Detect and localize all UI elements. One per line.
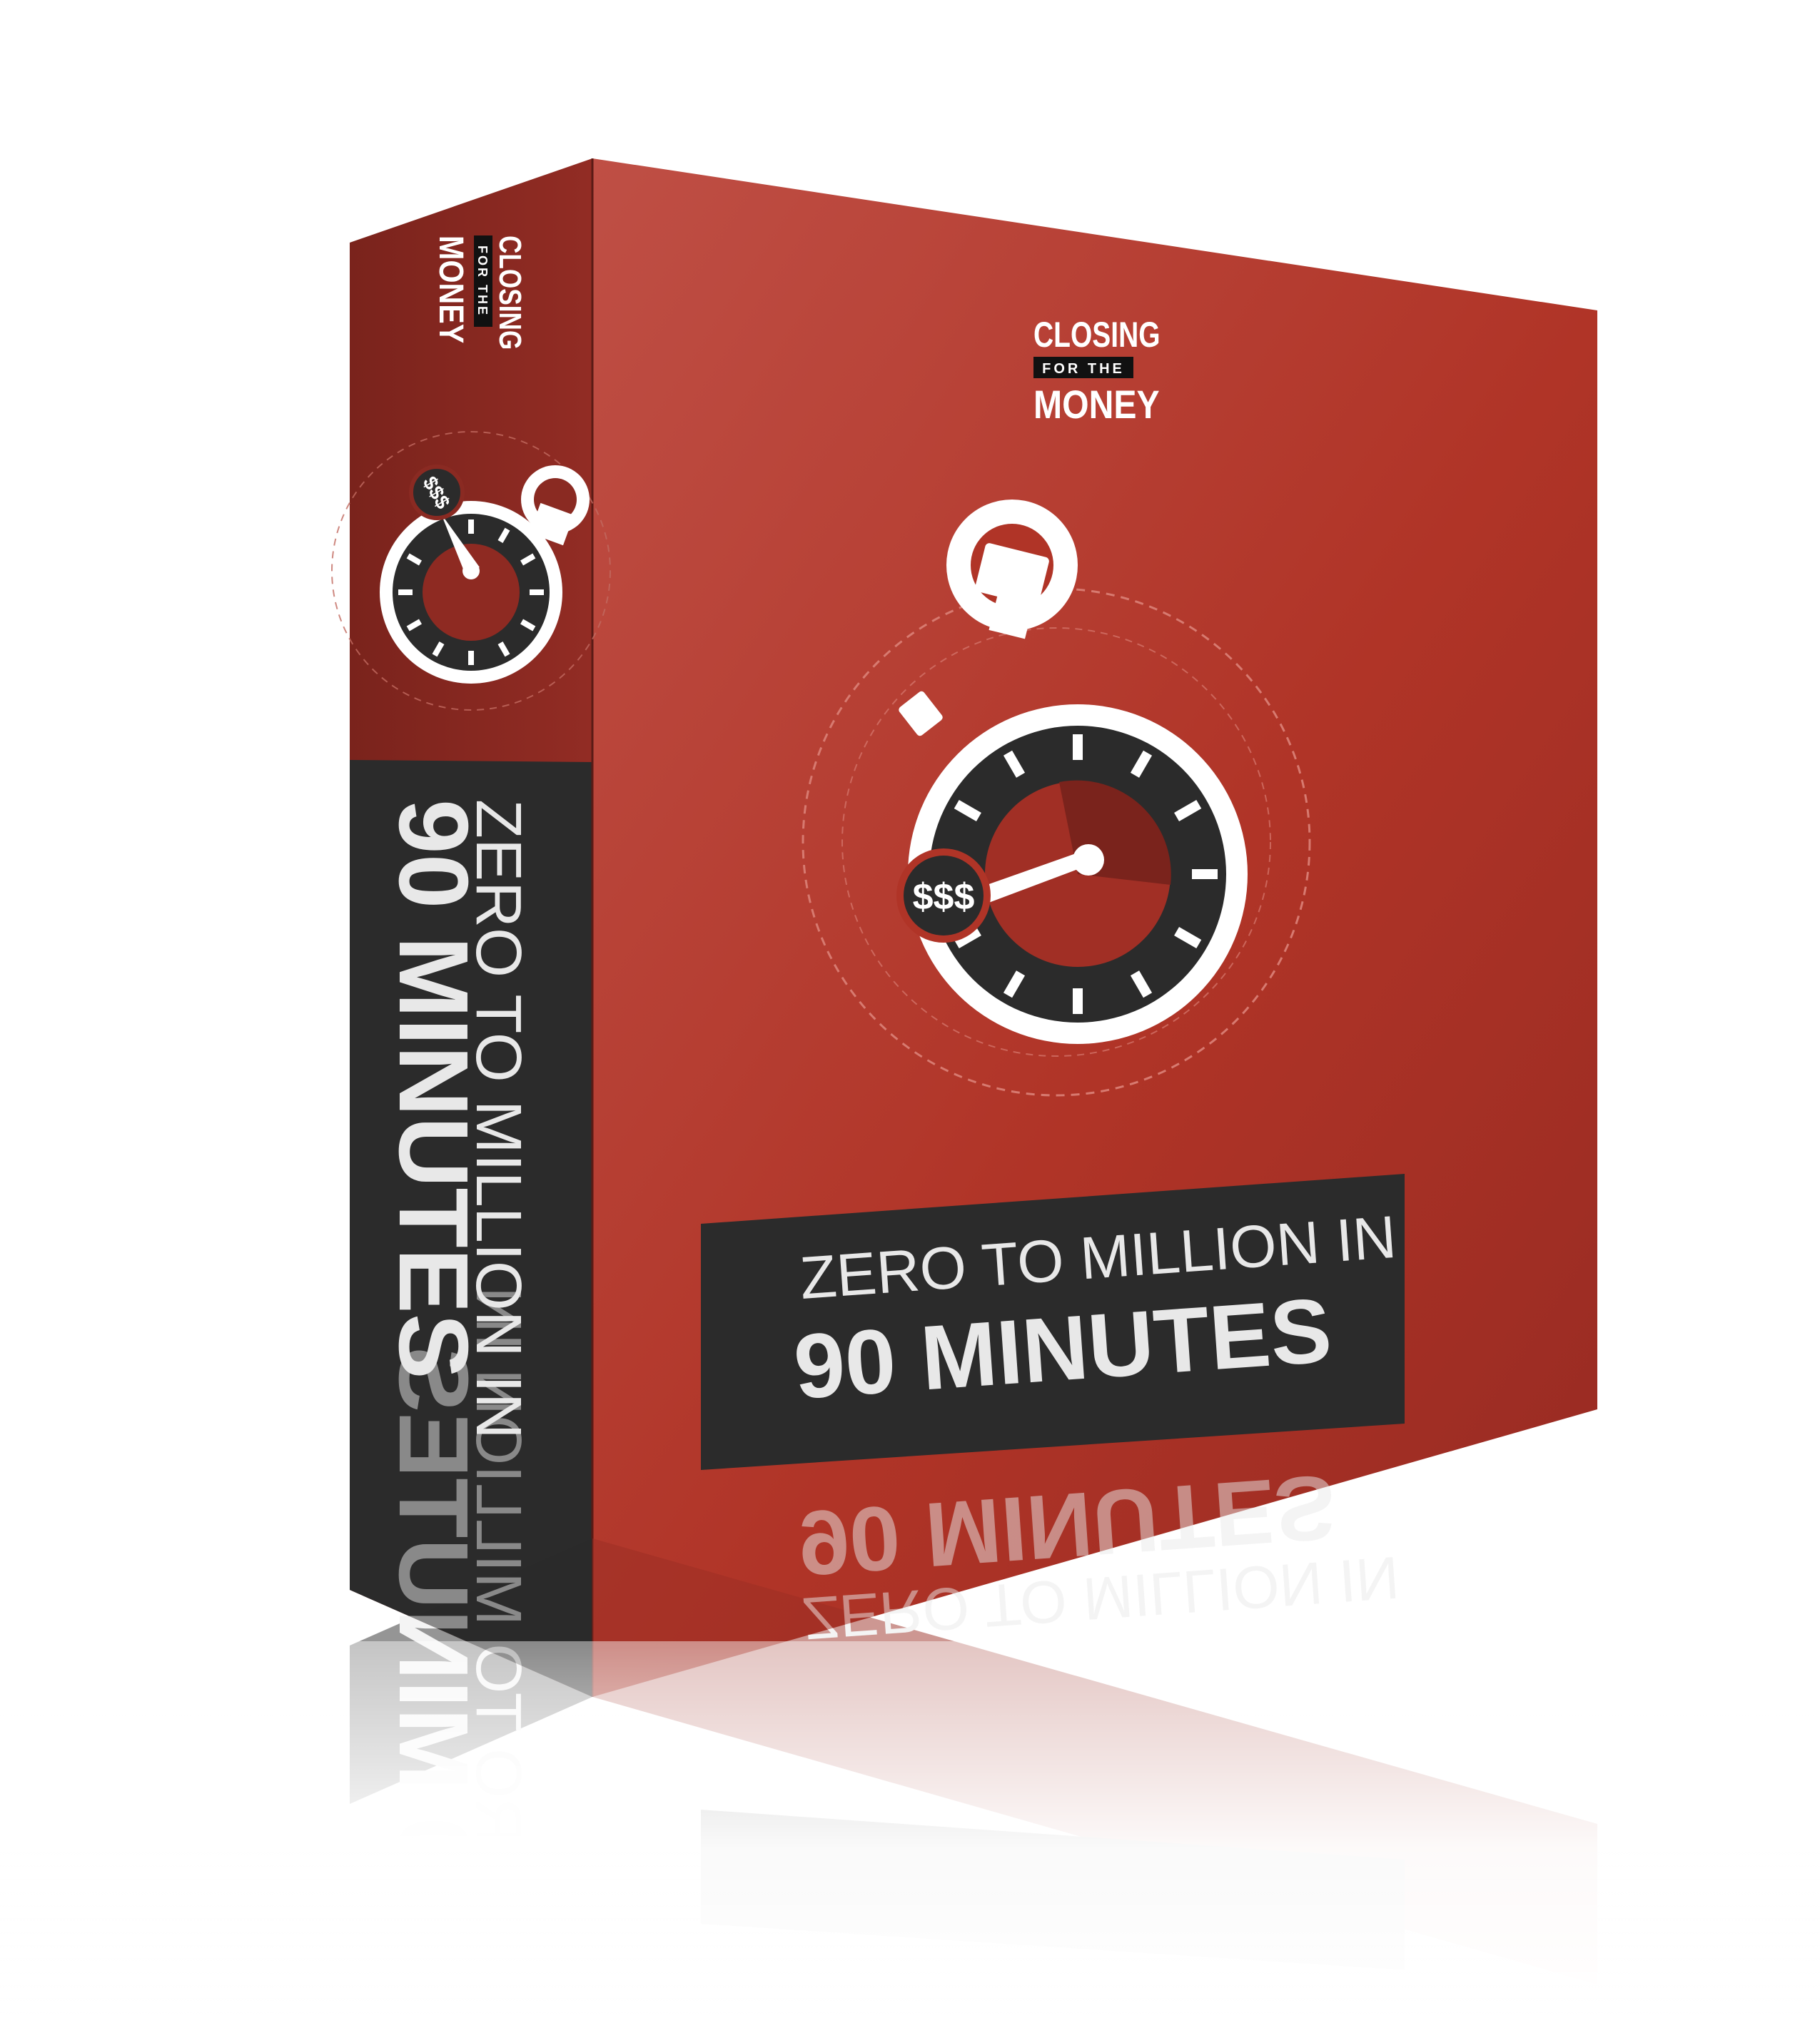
spine-brand-line-2: FOR THE [475,245,490,317]
reflection-fade [0,1641,1820,2018]
title-panel: ZERO TO MILLION IN 90 MINUTES [701,1174,1405,1470]
brand-line-2: FOR THE [1042,361,1125,377]
spine-brand-line-3: MONEY [432,235,470,343]
product-box-scene: CLOSING FOR THE MONEY $$$ ZERO TO MILLIO… [0,158,1820,2018]
spine-brand-line-1: CLOSING [492,235,527,350]
dollar-badge-text: $$$ [913,876,975,918]
brand-line-3: MONEY [1033,383,1160,427]
brand-line-1: CLOSING [1033,314,1161,355]
